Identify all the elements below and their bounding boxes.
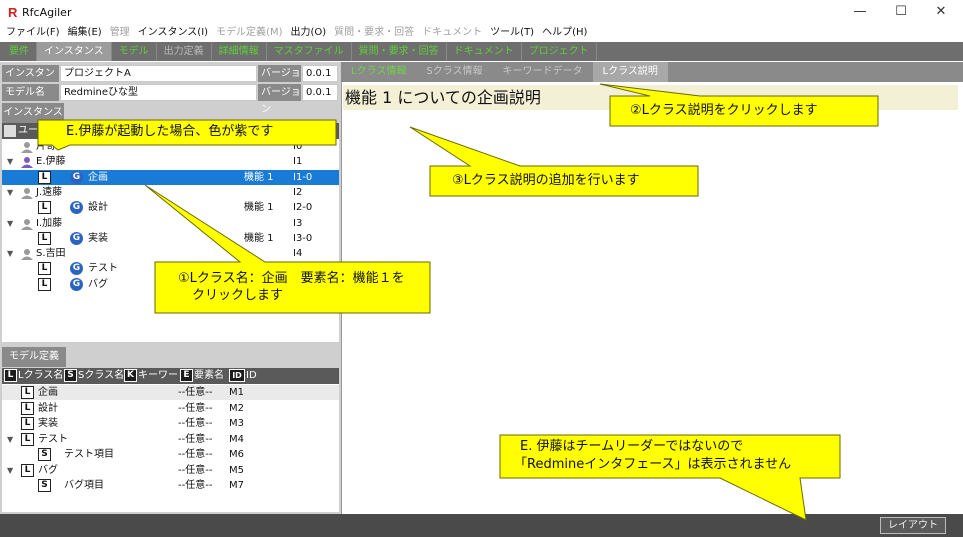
callout-1-line1: ①Lクラス名：企画 要素名：機能１を [178, 271, 405, 286]
callout-1-line2: クリックします [192, 288, 284, 303]
callout-1-shape [144, 184, 431, 314]
callout-3-text: ③Lクラス説明の追加を行います [452, 173, 640, 188]
callout-4-line2: 「Redmineインタフェース」は表示されません [514, 457, 792, 472]
callout-e-text: E.伊藤が起動した場合、色が紫です [66, 124, 274, 139]
callout-4-line1: E. 伊藤はチームリーダーではないので [520, 439, 744, 454]
callout-2-text: ②Lクラス説明をクリックします [630, 103, 818, 118]
callout-layer [37, 83, 879, 521]
